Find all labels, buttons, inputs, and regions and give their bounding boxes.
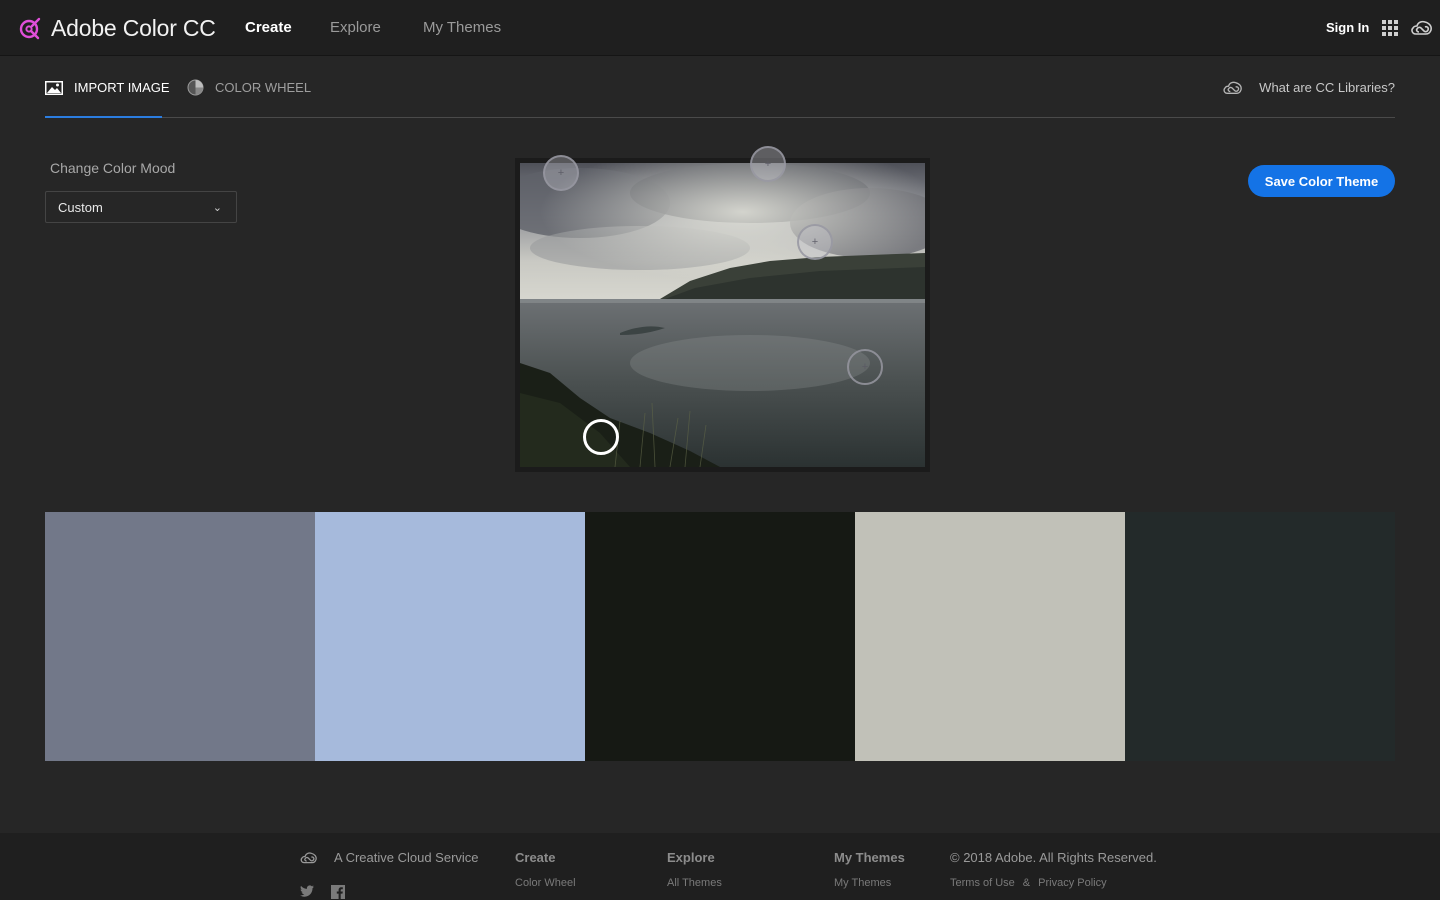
social-links: [300, 885, 345, 899]
color-swatch[interactable]: [585, 512, 855, 761]
nav-explore[interactable]: Explore: [330, 19, 381, 36]
color-mood-label: Change Color Mood: [50, 160, 176, 176]
tab-color-wheel[interactable]: COLOR WHEEL: [187, 79, 311, 96]
mode-tabs: IMPORT IMAGE COLOR WHEEL What are CC Lib…: [45, 56, 1395, 118]
legal-links: Terms of Use & Privacy Policy: [950, 877, 1107, 889]
app-name: Adobe Color CC: [51, 14, 216, 41]
facebook-icon[interactable]: [331, 885, 345, 899]
color-swatch[interactable]: [315, 512, 585, 761]
color-wheel-icon: [187, 79, 204, 96]
color-swatch[interactable]: [855, 512, 1125, 761]
footer-heading-my-themes: My Themes: [834, 850, 905, 865]
color-picker-handle[interactable]: +: [797, 224, 833, 260]
apps-grid-icon[interactable]: [1382, 20, 1398, 36]
color-picker-handle[interactable]: +: [750, 146, 786, 182]
footer-link-color-wheel[interactable]: Color Wheel: [515, 877, 576, 889]
twitter-icon[interactable]: [300, 885, 314, 897]
footer-tagline: A Creative Cloud Service: [299, 850, 479, 865]
brand[interactable]: Adobe Color CC: [18, 14, 216, 42]
footer-link-all-themes[interactable]: All Themes: [667, 877, 722, 889]
ampersand: &: [1022, 877, 1031, 889]
tab-label: IMPORT IMAGE: [74, 80, 170, 95]
color-picker-handle[interactable]: +: [847, 349, 883, 385]
creative-cloud-icon: [300, 851, 317, 863]
footer-tagline-text: A Creative Cloud Service: [334, 850, 479, 865]
color-picker-handle[interactable]: +: [543, 155, 579, 191]
color-mood-value: Custom: [58, 199, 103, 215]
tab-import-image[interactable]: IMPORT IMAGE: [45, 79, 170, 96]
color-swatch[interactable]: [45, 512, 315, 761]
imported-image-frame: + + + +: [515, 146, 930, 472]
footer-heading-create: Create: [515, 850, 556, 865]
image-icon: [45, 80, 63, 95]
tab-label: COLOR WHEEL: [215, 80, 312, 95]
footer-link-my-themes[interactable]: My Themes: [834, 877, 891, 889]
cc-libraries-label: What are CC Libraries?: [1259, 80, 1395, 95]
landscape-photo-image: [520, 163, 925, 467]
top-bar: Adobe Color CC Create Explore My Themes …: [0, 0, 1440, 56]
imported-photo: [520, 163, 925, 467]
color-picker-handle-active[interactable]: [583, 419, 619, 455]
cc-libraries-link[interactable]: What are CC Libraries?: [1222, 79, 1395, 96]
adobe-color-logo-icon: [19, 17, 41, 40]
creative-cloud-icon: [1223, 81, 1243, 94]
active-tab-indicator: [45, 116, 162, 118]
color-mood-dropdown[interactable]: Custom ⌄: [45, 191, 237, 223]
color-theme-swatches: [45, 512, 1395, 761]
terms-of-use-link[interactable]: Terms of Use: [950, 877, 1015, 889]
nav-my-themes[interactable]: My Themes: [423, 19, 501, 36]
footer: A Creative Cloud Service Create Color Wh…: [0, 833, 1440, 900]
privacy-policy-link[interactable]: Privacy Policy: [1038, 877, 1106, 889]
creative-cloud-icon[interactable]: [1410, 17, 1434, 39]
copyright: © 2018 Adobe. All Rights Reserved.: [950, 850, 1157, 865]
chevron-down-icon: ⌄: [212, 202, 222, 214]
footer-heading-explore: Explore: [667, 850, 715, 865]
save-color-theme-button[interactable]: Save Color Theme: [1248, 165, 1395, 197]
sign-in-link[interactable]: Sign In: [1326, 20, 1369, 35]
color-swatch[interactable]: [1125, 512, 1395, 761]
nav-create[interactable]: Create: [245, 19, 292, 36]
